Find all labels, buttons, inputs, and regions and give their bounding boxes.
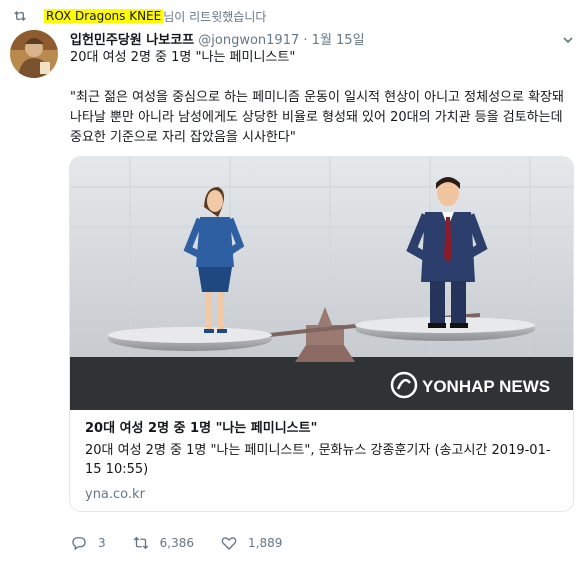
card-title: 20대 여성 2명 중 1명 "나는 페미니스트" [85,421,318,436]
like-count: 1,889 [248,536,283,550]
card-image: YONHAP NEWS [70,157,573,410]
retweet-label: 님이 리트윗했습니다 [163,9,267,24]
retweet-icon [133,536,148,550]
tweet-header: 입헌민주당원 나보코프 @jongwon1917 · 1월 15일 [70,29,365,48]
heart-icon [221,537,237,550]
card-watermark: YONHAP NEWS [422,377,550,396]
retweet-context: ROX Dragons KNEE 님이 리트윗했습니다 [14,8,267,24]
reply-button[interactable]: 3 [70,534,106,552]
card-domain: yna.co.kr [85,487,145,502]
separator-dot: · [303,33,308,48]
chevron-down-icon[interactable] [562,34,574,46]
tweet-quote: "최근 젊은 여성을 중심으로 하는 페미니즘 운동이 일시적 현상이 아니고 … [70,90,564,145]
tweet-date[interactable]: 1월 15일 [312,33,365,48]
author-handle[interactable]: @jongwon1917 [198,33,299,48]
retweet-icon [14,11,26,21]
retweeter-name[interactable]: ROX Dragons KNEE [44,9,164,23]
retweet-count: 6,386 [159,536,194,550]
tweet-text: 20대 여성 2명 중 1명 "나는 페미니스트" "최근 젊은 여성을 중심으… [70,48,576,148]
retweet-button[interactable]: 6,386 [132,534,194,552]
author-name[interactable]: 입헌민주당원 나보코프 [70,33,194,48]
tweet-actions: 3 6,386 1,889 [70,533,308,553]
reply-icon [72,537,86,551]
like-button[interactable]: 1,889 [220,534,282,552]
link-card[interactable]: YONHAP NEWS 20대 여성 2명 중 1명 "나는 페미니스트" 20… [69,156,574,512]
card-description: 20대 여성 2명 중 1명 "나는 페미니스트", 문화뉴스 강종훈기자 (송… [85,443,551,477]
card-body: 20대 여성 2명 중 1명 "나는 페미니스트" 20대 여성 2명 중 1명… [85,419,565,504]
reply-count: 3 [98,536,106,550]
tweet-line-1: 20대 여성 2명 중 1명 "나는 페미니스트" [70,50,296,65]
avatar[interactable] [10,30,58,78]
